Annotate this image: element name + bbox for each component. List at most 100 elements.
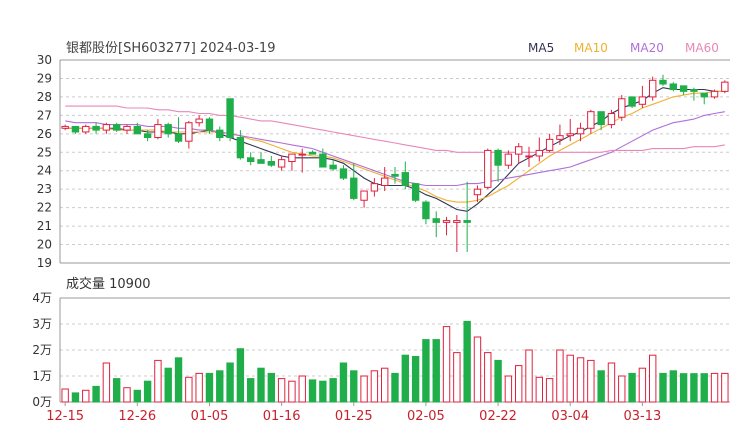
candle-body [587,111,595,129]
candle-body [442,220,451,223]
candle-body [143,133,152,139]
volume-tick-label: 1万 [32,369,52,383]
candle-body [710,90,719,98]
date-axis: 12-15 12-26 01-05 01-16 01-25 02-05 02-22 03-04… [46,402,661,424]
date-tick-label: 02-05 [407,409,445,424]
candle [484,148,492,190]
candle-body [380,177,389,186]
candle-body [370,183,379,192]
volume-bar [205,372,214,403]
ma5-line [65,87,725,212]
candle-body [504,153,513,166]
price-tick-label: 21 [37,219,52,233]
volume-bar [71,392,80,403]
candle [308,150,317,155]
candle [370,178,379,197]
volume-bar [82,389,90,403]
candle [112,122,121,132]
candle [288,153,296,171]
candle-body [82,125,90,133]
volume-bar [288,380,296,403]
volume-bar [216,370,224,403]
volume-bar [226,362,234,403]
candle-body [721,81,729,92]
price-tick-label: 29 [37,71,52,85]
candle-body [494,149,502,166]
volume-bar [721,372,729,403]
candle-body [484,149,492,188]
price-axis-ticks: 30 29 28 27 26 25 24 23 22 21 20 19 [37,53,52,270]
candle-body [576,127,585,135]
candle [339,165,348,180]
candle-body [679,85,688,92]
volume-bar [597,370,605,403]
candle [360,190,368,208]
candle-body [618,98,626,118]
candle-body [267,161,276,166]
candle-body [92,125,100,131]
volume-bar [669,370,678,403]
volume-bar [710,372,719,403]
candle [535,137,544,162]
volume-bar [576,357,585,403]
candle [401,161,410,190]
legend-ma5: MA5 [528,41,554,55]
candle [61,124,69,131]
candle [82,124,90,134]
candle-body [411,183,420,201]
volume-bar [638,367,647,403]
candle-body [648,79,657,98]
price-tick-label: 23 [37,182,52,196]
candle [514,143,523,164]
candle [226,98,234,142]
chart-title: 银都股份[SH603277] 2024-03-19 [66,41,275,56]
candle [174,117,183,144]
candle-body [246,157,255,163]
legend-ma10: MA10 [574,41,608,55]
price-grid [59,59,730,264]
candle [648,76,657,101]
candle-body [123,125,131,131]
volume-bar [154,359,162,403]
volume-bars [61,320,729,403]
volume-bar [319,380,327,403]
candle-body [339,168,348,179]
date-tick-label: 01-05 [191,409,229,424]
candle-body [288,153,296,162]
candle-body [257,159,265,164]
candle [422,200,430,225]
candle-body [164,124,172,135]
candle [267,155,276,168]
candle-body [556,135,564,140]
volume-title: 成交量 10900 [66,276,151,292]
candle [628,96,636,108]
candle [432,211,440,238]
candle [453,215,461,252]
volume-bar [628,372,636,403]
volume-bar [484,352,492,403]
volume-bar [648,354,657,403]
volume-bar [164,367,172,403]
candle [71,125,80,134]
candle-body [391,173,399,177]
volume-bar [236,348,245,403]
candle-body [71,125,80,133]
candle [246,152,255,166]
volume-tick-label: 4万 [32,291,52,305]
candle-body [453,220,461,223]
candle-body [401,172,410,186]
volume-bar [350,370,358,403]
date-tick-label: 12-26 [118,409,156,424]
volume-bar [473,336,482,403]
ma-legend: MA5 MA10 MA20 MA60 [528,41,719,55]
candle-body [535,149,544,157]
candle-body [525,155,533,158]
volume-tick-label: 3万 [32,317,52,331]
date-tick-label: 03-13 [623,409,661,424]
candle [566,119,574,142]
candle [102,122,111,134]
price-tick-label: 22 [37,201,52,215]
candle-body [514,146,523,155]
volume-bar [411,356,420,403]
candle-body [638,96,647,105]
